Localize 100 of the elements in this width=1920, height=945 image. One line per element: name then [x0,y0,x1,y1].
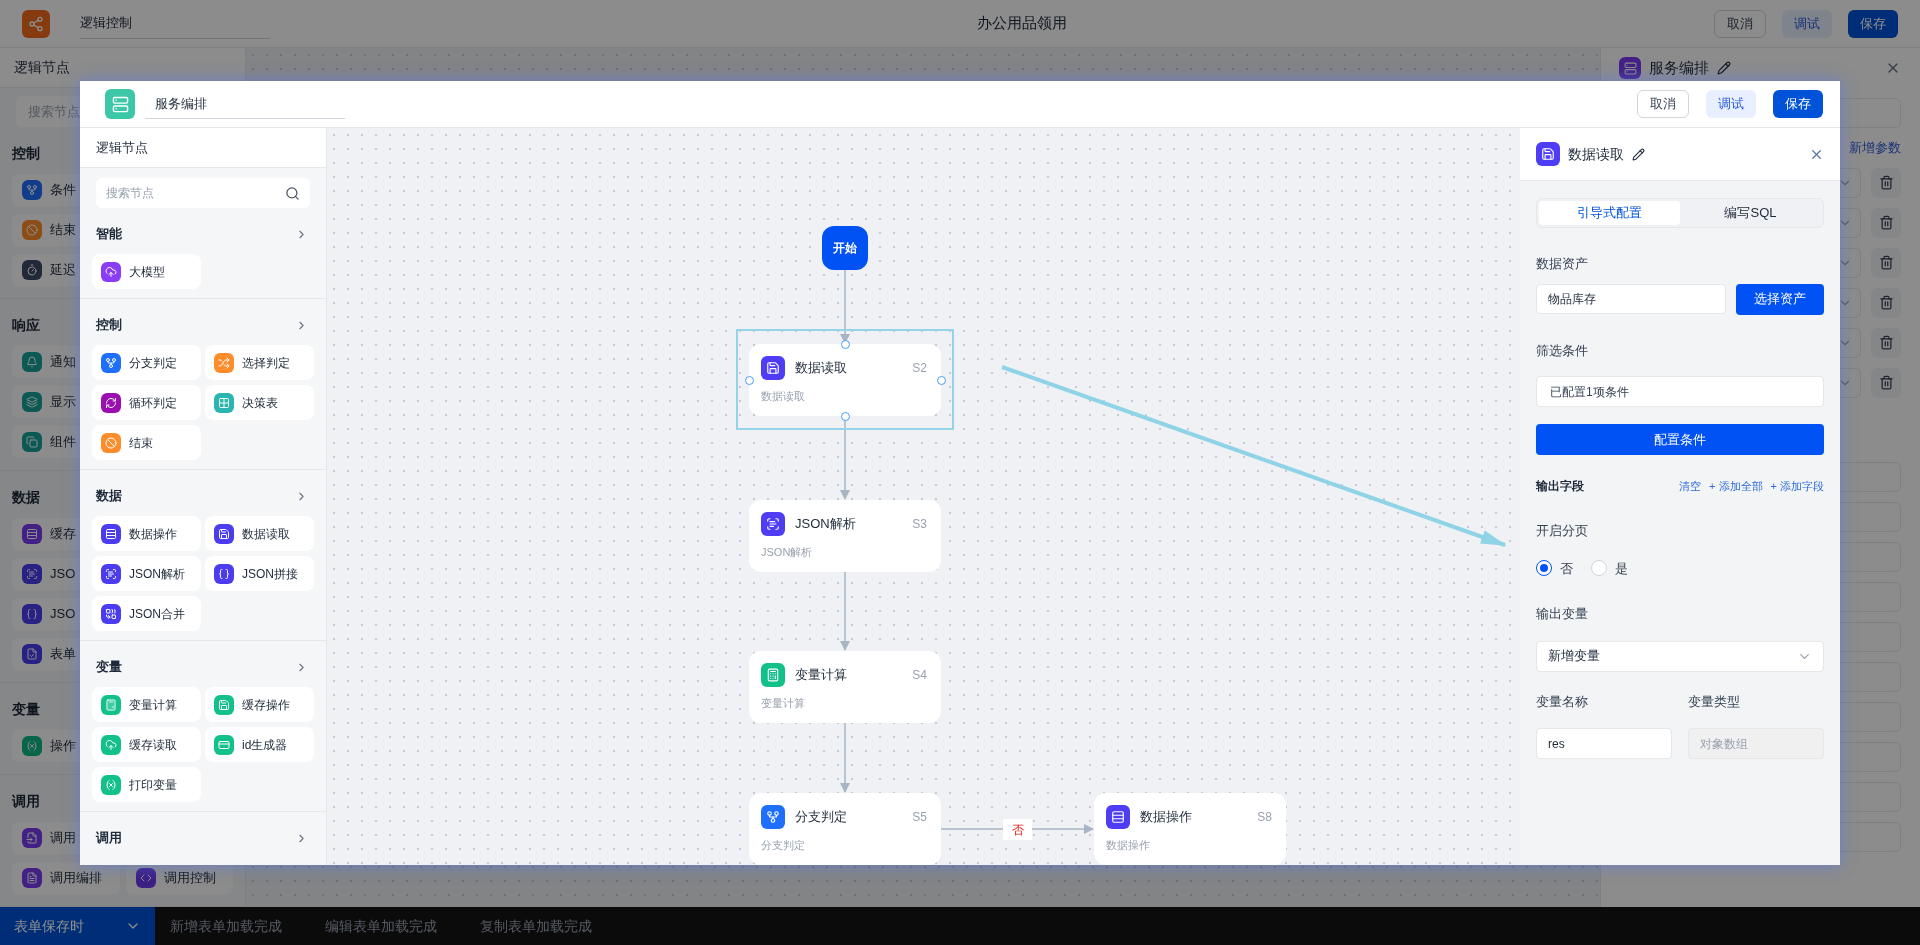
mode-tab[interactable]: 编写SQL [1680,201,1821,225]
connection-handle[interactable] [840,411,850,421]
filter-field[interactable]: 已配置1项条件 [1536,376,1824,407]
title-field[interactable]: 逻辑控制 [80,8,270,39]
node-title: JSON解析 [795,515,856,533]
add-parameter-link[interactable]: 新增参数 [1849,138,1901,158]
node-item[interactable]: 决策表 [205,385,314,420]
node-item[interactable]: 数据读取 [205,516,314,551]
title-field[interactable]: 服务编排 [145,89,345,119]
node-label: JSON合并 [129,605,185,623]
node-title: 分支判定 [795,808,847,826]
node-item[interactable]: 循环判定 [92,385,201,420]
node-subtitle: 数据读取 [761,388,806,404]
node-label: 缓存 [50,525,76,544]
node-label: JSON解析 [129,565,185,583]
node-label: 调用编排 [50,869,102,888]
radio-option[interactable]: 是 [1591,558,1628,578]
bell-icon [22,352,42,372]
node-item[interactable]: 变量计算 [92,687,201,722]
mode-tab[interactable]: 引导式配置 [1539,201,1680,225]
save-button[interactable]: 保存 [1773,90,1823,118]
asset-field[interactable]: 物品库存 [1536,283,1726,314]
group-title: 控制 [96,316,122,335]
node-item[interactable]: 结束 [92,425,201,460]
node-label: 打印变量 [129,776,177,794]
edit-icon[interactable] [1632,147,1645,161]
group-title: 变量 [12,700,40,719]
delete-button[interactable] [1871,167,1901,198]
node-item[interactable]: 缓存读取 [92,727,201,762]
node-item[interactable]: JSON合并 [92,596,201,631]
radio-option[interactable]: 否 [1536,558,1573,578]
node-label: 决策表 [242,394,278,412]
action-link[interactable]: 清空 [1679,477,1702,495]
node-label: 缓存读取 [129,736,177,754]
flow-node[interactable]: 变量计算 S4 变量计算 [749,651,941,723]
node-label: 结束 [129,434,153,452]
node-item[interactable]: JSON解析 [92,556,201,591]
node-label: 条件 [50,181,76,200]
flow-node[interactable]: 数据操作 S8 数据操作 [1094,793,1286,865]
delete-button[interactable] [1871,207,1901,238]
action-link[interactable]: + 添加全部 [1709,477,1763,495]
node-subtitle: 变量计算 [761,695,806,711]
action-link[interactable]: + 添加字段 [1770,477,1824,495]
start-node[interactable]: 开始 [822,226,868,270]
variable-name-field[interactable]: res [1536,728,1672,759]
node-item[interactable]: 打印变量 [92,767,201,802]
node-title: 变量计算 [795,666,847,684]
node-label: 组件 [50,433,76,452]
trash-icon [1878,335,1894,350]
sidebar-title: 逻辑节点 [14,58,70,77]
braces-icon [22,604,42,624]
trash-icon [1878,175,1894,190]
trigger-dropdown[interactable]: 表单保存时 [0,907,155,945]
connection-handle[interactable] [840,339,850,349]
cancel-button[interactable]: 取消 [1714,9,1766,38]
select-asset-button[interactable]: 选择资产 [1736,283,1824,315]
node-title: 数据操作 [1140,808,1192,826]
field-label: 变量名称 [1536,692,1589,711]
configure-button[interactable]: 配置条件 [1536,424,1824,455]
group-title: 调用 [96,829,122,848]
scan-text-icon [22,564,42,584]
node-label: 变量计算 [129,696,177,714]
node-item[interactable]: id生成器 [205,727,314,762]
node-label: 数据操作 [129,525,177,543]
field-label: 筛选条件 [1536,341,1589,360]
code-icon [135,868,156,888]
node-label: 分支判定 [129,354,177,372]
cancel-button[interactable]: 取消 [1637,90,1689,118]
flow-node[interactable]: JSON解析 S3 JSON解析 [749,500,941,572]
delete-button[interactable] [1871,327,1901,358]
node-label: JSO [50,565,76,584]
save-button[interactable]: 保存 [1848,9,1898,38]
node-item[interactable]: JSON拼接 [205,556,314,591]
trash-icon [1878,215,1894,230]
flow-node[interactable]: 数据读取 S2 数据读取 [749,344,941,416]
delete-button[interactable] [1871,287,1901,318]
debug-button[interactable]: 调试 [1782,9,1832,38]
debug-button[interactable]: 调试 [1706,90,1756,118]
panel-title: 数据读取 [1568,144,1624,164]
flow-node[interactable]: 分支判定 S5 分支判定 [749,793,941,865]
node-item[interactable]: 选择判定 [205,345,314,380]
node-subtitle: 分支判定 [761,837,806,853]
delete-button[interactable] [1871,247,1901,278]
node-item[interactable]: 分支判定 [92,345,201,380]
group-title: 控制 [12,144,40,163]
connection-handle[interactable] [936,375,946,385]
node-item[interactable]: 缓存操作 [205,687,314,722]
node-item[interactable]: 数据操作 [92,516,201,551]
edit-icon[interactable] [1717,61,1731,75]
variable-select[interactable]: 新增变量 [1536,640,1824,672]
node-label: JSON拼接 [242,565,298,583]
field-label: 输出字段 [1536,478,1584,495]
node-item[interactable]: 调用编排 [12,862,120,894]
node-item[interactable]: 大模型 [92,254,201,289]
group-title: 数据 [96,487,122,506]
connection-handle[interactable] [744,375,754,385]
node-label: 调用控制 [163,869,216,888]
node-label: 延迟 [50,261,76,280]
palette-title: 逻辑节点 [96,138,148,157]
delete-button[interactable] [1871,367,1901,398]
